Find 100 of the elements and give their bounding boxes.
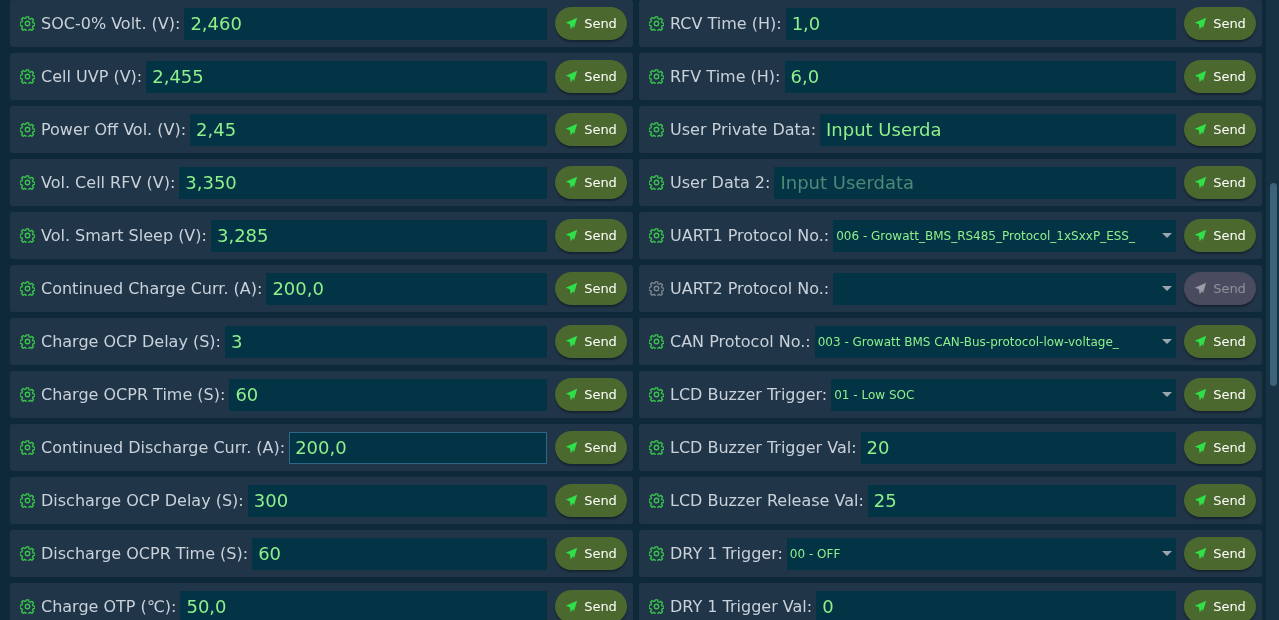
- input-field[interactable]: 200,0: [266, 272, 547, 305]
- paper-plane-icon: [1194, 229, 1208, 242]
- paper-plane-icon: [1194, 494, 1208, 507]
- setting-label: LCD Buzzer Trigger:: [670, 385, 828, 404]
- paper-plane-icon: [565, 388, 579, 401]
- dropdown[interactable]: 003 - Growatt BMS CAN-Bus-protocol-low-voltage_: [814, 325, 1176, 358]
- send-button[interactable]: Send: [555, 166, 627, 199]
- gear-icon: [20, 493, 35, 508]
- input-field[interactable]: 20: [860, 431, 1176, 464]
- gear-icon: [649, 122, 664, 137]
- dropdown[interactable]: 006 - Growatt_BMS_RS485_Protocol_1xSxxP_ESS_: [833, 219, 1176, 252]
- send-button[interactable]: Send: [1184, 113, 1256, 146]
- dropdown-arrow-icon: [1162, 392, 1172, 397]
- input-field[interactable]: 2,455: [146, 60, 547, 93]
- gear-icon: [649, 175, 664, 190]
- gear-icon: [649, 228, 664, 243]
- input-field[interactable]: 200,0: [289, 431, 547, 464]
- scrollbar-thumb[interactable]: [1270, 183, 1277, 386]
- gear-icon: [649, 69, 664, 84]
- setting-label: Charge OCP Delay (S):: [41, 332, 221, 351]
- gear-icon: [649, 493, 664, 508]
- gear-icon: [20, 440, 35, 455]
- paper-plane-icon: [565, 547, 579, 560]
- gear-icon: [649, 440, 664, 455]
- setting-label: DRY 1 Trigger:: [670, 544, 783, 563]
- setting-label: CAN Protocol No.:: [670, 332, 811, 351]
- gear-icon: [649, 281, 664, 296]
- send-button[interactable]: Send: [1184, 7, 1256, 40]
- send-button[interactable]: Send: [1184, 60, 1256, 93]
- send-button[interactable]: Send: [555, 7, 627, 40]
- send-button[interactable]: Send: [1184, 484, 1256, 517]
- send-button[interactable]: Send: [1184, 166, 1256, 199]
- setting-label: Discharge OCPR Time (S):: [41, 544, 249, 563]
- gear-icon: [20, 546, 35, 561]
- send-button[interactable]: Send: [555, 272, 627, 305]
- paper-plane-icon: [1194, 600, 1208, 613]
- paper-plane-icon: [1194, 282, 1208, 295]
- input-field[interactable]: 3,285: [210, 219, 547, 252]
- send-button[interactable]: Send: [555, 537, 627, 570]
- gear-icon: [649, 387, 664, 402]
- setting-label: Power Off Vol. (V):: [41, 120, 187, 139]
- setting-label: Cell UVP (V):: [41, 67, 143, 86]
- gear-icon: [649, 546, 664, 561]
- paper-plane-icon: [1194, 441, 1208, 454]
- input-field[interactable]: 300: [247, 484, 547, 517]
- input-field[interactable]: 60: [229, 378, 547, 411]
- gear-icon: [20, 175, 35, 190]
- setting-label: User Data 2:: [670, 173, 771, 192]
- send-button[interactable]: Send: [555, 431, 627, 464]
- setting-label: SOC-0% Volt. (V):: [41, 14, 181, 33]
- gear-icon: [649, 334, 664, 349]
- setting-label: UART1 Protocol No.:: [670, 226, 830, 245]
- dropdown[interactable]: 01 - Low SOC: [831, 378, 1176, 411]
- input-field[interactable]: 3,350: [179, 166, 547, 199]
- send-button[interactable]: Send: [555, 113, 627, 146]
- send-button[interactable]: Send: [1184, 590, 1256, 620]
- input-field[interactable]: 2,460: [184, 7, 547, 40]
- input-field[interactable]: 1,0: [785, 7, 1176, 40]
- send-button[interactable]: Send: [1184, 431, 1256, 464]
- setting-label: RFV Time (H):: [670, 67, 781, 86]
- paper-plane-icon: [565, 335, 579, 348]
- send-button[interactable]: Send: [555, 60, 627, 93]
- setting-label: UART2 Protocol No.:: [670, 279, 830, 298]
- dropdown-arrow-icon: [1162, 286, 1172, 291]
- send-button[interactable]: Send: [555, 378, 627, 411]
- paper-plane-icon: [1194, 176, 1208, 189]
- setting-label: Charge OTP (℃):: [41, 597, 177, 616]
- input-field[interactable]: 6,0: [784, 60, 1176, 93]
- send-button[interactable]: Send: [1184, 325, 1256, 358]
- paper-plane-icon: [565, 123, 579, 136]
- input-field[interactable]: 60: [252, 537, 547, 570]
- send-button[interactable]: Send: [1184, 219, 1256, 252]
- setting-label: Continued Charge Curr. (A):: [41, 279, 263, 298]
- input-field[interactable]: Input Userdata: [774, 166, 1176, 199]
- gear-icon: [20, 334, 35, 349]
- paper-plane-icon: [565, 441, 579, 454]
- send-button[interactable]: Send: [555, 219, 627, 252]
- setting-label: Charge OCPR Time (S):: [41, 385, 226, 404]
- setting-label: Vol. Cell RFV (V):: [41, 173, 176, 192]
- input-field[interactable]: 50,0: [180, 590, 547, 620]
- setting-label: Continued Discharge Curr. (A):: [41, 438, 286, 457]
- input-field[interactable]: 0: [816, 590, 1176, 620]
- send-button[interactable]: Send: [555, 325, 627, 358]
- dropdown[interactable]: 00 - OFF: [786, 537, 1176, 570]
- gear-icon: [20, 122, 35, 137]
- gear-icon: [20, 387, 35, 402]
- paper-plane-icon: [1194, 335, 1208, 348]
- scrollbar[interactable]: [1266, 0, 1279, 620]
- send-button[interactable]: Send: [1184, 537, 1256, 570]
- input-field[interactable]: 2,45: [190, 113, 547, 146]
- send-button[interactable]: Send: [555, 484, 627, 517]
- send-button[interactable]: Send: [1184, 378, 1256, 411]
- setting-label: DRY 1 Trigger Val:: [670, 597, 813, 616]
- gear-icon: [20, 228, 35, 243]
- setting-label: Discharge OCP Delay (S):: [41, 491, 244, 510]
- input-field[interactable]: 3: [225, 325, 547, 358]
- input-field[interactable]: Input Userda: [820, 113, 1176, 146]
- input-field[interactable]: 25: [867, 484, 1176, 517]
- send-button[interactable]: Send: [555, 590, 627, 620]
- paper-plane-icon: [565, 70, 579, 83]
